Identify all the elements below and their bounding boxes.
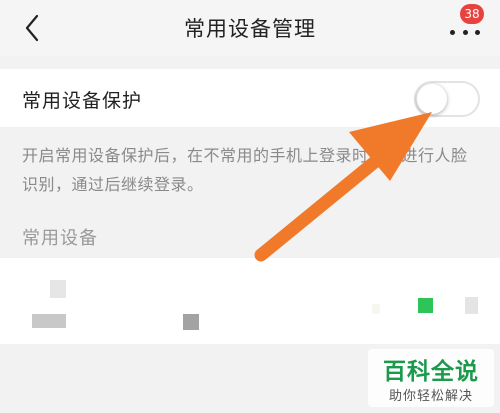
device-protection-toggle[interactable]	[414, 81, 480, 117]
top-navbar: 常用设备管理 38	[0, 0, 500, 56]
page-title: 常用设备管理	[184, 17, 316, 41]
blurred-device-icon	[50, 280, 66, 298]
device-list-item[interactable]	[0, 258, 500, 344]
watermark-logo: 百科全说 助你轻松解决	[368, 349, 494, 407]
more-button[interactable]: 38	[446, 4, 486, 46]
more-dots-icon	[450, 30, 480, 36]
watermark-main-text: 百科全说	[383, 359, 479, 385]
watermark-sub-text: 助你轻松解决	[388, 389, 473, 404]
current-device-indicator	[418, 298, 433, 313]
blurred-device-name	[32, 314, 66, 328]
blurred-device-info	[183, 314, 199, 330]
device-management-page: 常用设备管理 38 常用设备保护 开启常用设备保护后，在不常用的手机上登录时需要…	[0, 0, 500, 413]
device-protection-label: 常用设备保护	[22, 90, 143, 112]
common-devices-section-title: 常用设备	[22, 228, 98, 249]
protection-description: 开启常用设备保护后，在不常用的手机上登录时需要进行人脸识别，通过后继续登录。	[22, 146, 468, 194]
toggle-knob	[417, 84, 447, 114]
blurred-device-extra	[465, 297, 478, 314]
device-protection-row: 常用设备保护	[0, 69, 500, 127]
blurred-faint-mark	[372, 304, 380, 314]
notification-badge: 38	[460, 4, 484, 24]
